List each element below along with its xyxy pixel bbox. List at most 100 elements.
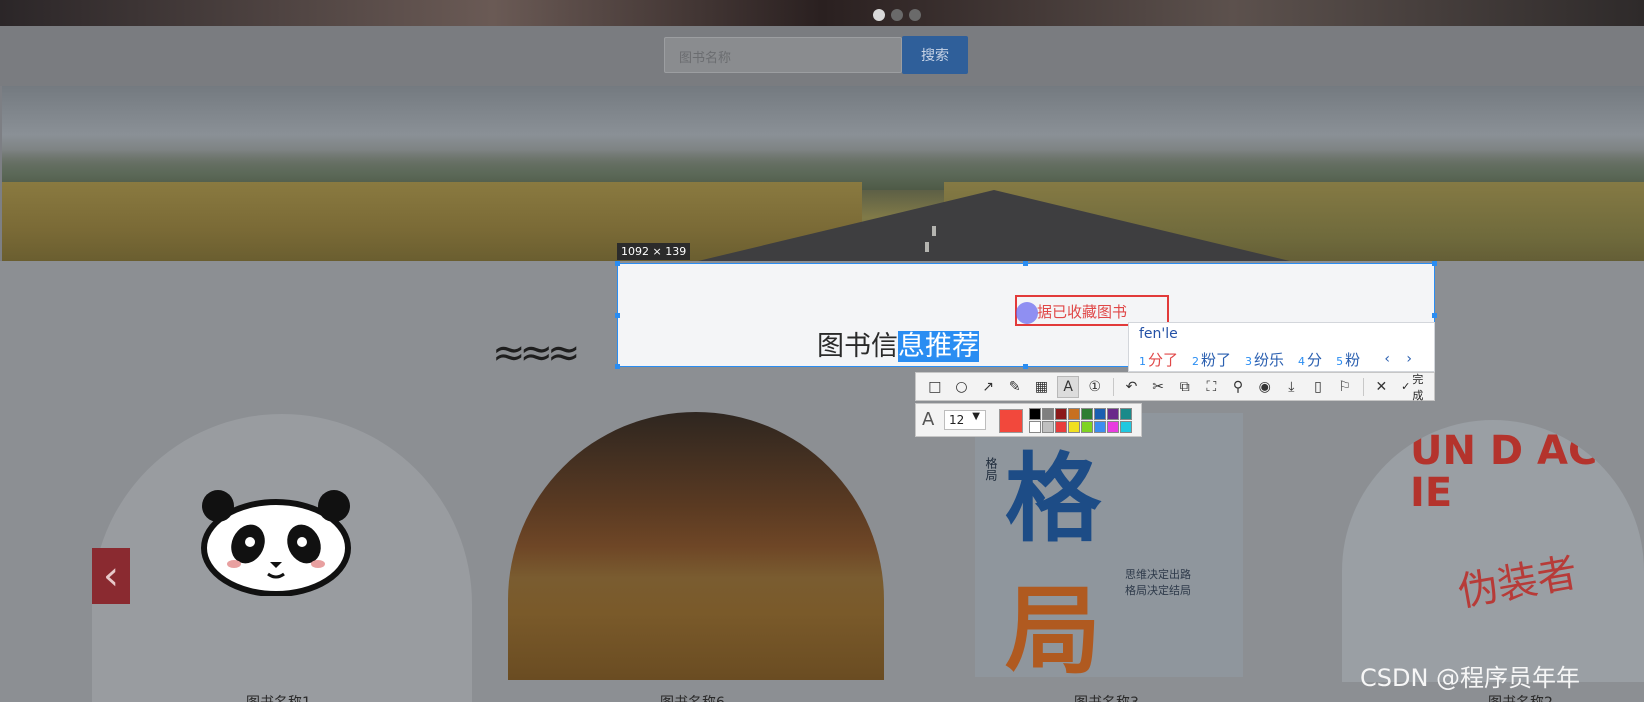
color-swatch[interactable]	[1042, 408, 1054, 420]
font-size-select[interactable]: 12 ▼	[944, 410, 986, 430]
done-label: 完成	[1412, 372, 1424, 402]
caret-down-icon: ▼	[972, 411, 980, 422]
carousel-dot-2[interactable]	[891, 9, 903, 21]
ime-candidate-num: 3	[1245, 355, 1253, 368]
book-cover-title-bottom: 局	[1005, 574, 1101, 677]
color-swatch[interactable]	[1081, 408, 1093, 420]
arrow-icon[interactable]: ↗	[977, 376, 999, 398]
color-swatch[interactable]	[1081, 421, 1093, 433]
phone-icon[interactable]: ▯	[1307, 376, 1329, 398]
color-swatch[interactable]	[1055, 408, 1067, 420]
color-swatch[interactable]	[1029, 408, 1041, 420]
screenshot-scroll-icon[interactable]: ⛶	[1201, 376, 1223, 398]
color-swatch[interactable]	[1107, 421, 1119, 433]
font-size-value: 12	[949, 413, 965, 427]
resize-handle[interactable]	[615, 313, 620, 318]
pin-icon[interactable]: ⚲	[1227, 376, 1249, 398]
ime-pinyin-input: fen'le	[1139, 326, 1178, 342]
chevron-left-icon: ‹	[103, 553, 119, 599]
ime-candidate[interactable]: 5粉	[1336, 349, 1360, 370]
circle-icon[interactable]: ○	[951, 376, 973, 398]
color-swatch[interactable]	[1107, 408, 1119, 420]
wavy-decoration-icon: ≈≈≈	[492, 330, 581, 376]
book-card-3[interactable]: 格局 格 局 思维决定出路 格局决定结局	[975, 413, 1243, 677]
ime-candidate-num: 2	[1192, 355, 1200, 368]
color-swatch[interactable]	[1055, 421, 1067, 433]
landscape-banner	[2, 86, 1644, 261]
ocr-icon[interactable]: ⧉	[1174, 376, 1196, 398]
ime-candidate-text: 纷乐	[1254, 351, 1285, 369]
carousel-dots	[873, 9, 921, 21]
road	[694, 190, 1294, 261]
resize-handle[interactable]	[1023, 364, 1028, 369]
undo-icon[interactable]: ↶	[1121, 376, 1143, 398]
ime-candidate-text: 粉了	[1201, 351, 1232, 369]
book-cover-handwriting: 伪装者	[1454, 549, 1581, 617]
ime-candidate[interactable]: 4分	[1298, 349, 1322, 370]
ime-candidate[interactable]: 2 粉了	[1192, 349, 1231, 370]
pencil-icon[interactable]: ✎	[1004, 376, 1026, 398]
ime-candidate-text: 分了	[1148, 351, 1179, 369]
book-name[interactable]: 图书名称3	[1074, 692, 1139, 702]
ime-page-nav[interactable]: ‹ ›	[1384, 351, 1418, 367]
annotation-text[interactable]: 据已收藏图书	[1037, 301, 1127, 322]
bookmark-icon[interactable]: ⚐	[1334, 376, 1356, 398]
color-swatch[interactable]	[1068, 408, 1080, 420]
ime-candidate[interactable]: 1 分了	[1139, 349, 1178, 370]
resize-handle[interactable]	[1432, 261, 1437, 266]
toolbar-divider	[1362, 377, 1364, 396]
rectangle-icon[interactable]: □	[924, 376, 946, 398]
search-placeholder: 图书名称	[679, 51, 732, 66]
color-swatch[interactable]	[1042, 421, 1054, 433]
current-color-swatch[interactable]	[999, 409, 1023, 433]
road-marking	[932, 226, 936, 236]
ime-candidate[interactable]: 3 纷乐	[1245, 349, 1284, 370]
book-spine-text: 格局	[984, 457, 998, 481]
book-cover-subtitle: 思维决定出路 格局决定结局	[1125, 567, 1191, 599]
panda-icon	[201, 490, 351, 596]
ime-candidate-num: 1	[1139, 355, 1146, 368]
download-icon[interactable]: ⤓	[1281, 376, 1303, 398]
carousel-prev-button[interactable]: ‹	[92, 548, 130, 604]
section-title-highlight: 息推荐	[898, 331, 979, 362]
resize-handle[interactable]	[615, 364, 620, 369]
book-name[interactable]: 图书名称6	[660, 692, 725, 702]
book-name[interactable]: 图书名称1	[246, 692, 311, 702]
section-title-plain: 图书信	[817, 331, 898, 362]
search-button[interactable]: 搜索	[902, 36, 968, 74]
color-swatch[interactable]	[1120, 421, 1132, 433]
resize-handle[interactable]	[1432, 313, 1437, 318]
done-button[interactable]: ✓ 完成	[1401, 371, 1434, 403]
top-carousel	[0, 0, 1644, 26]
color-swatch[interactable]	[1094, 408, 1106, 420]
crop-icon[interactable]: ✂	[1147, 376, 1169, 398]
screenshot-toolbar: □ ○ ↗ ✎ ▦ A ① ↶ ✂ ⧉ ⛶ ⚲ ◉ ⤓ ▯ ⚐ ✕ ✓ 完成	[915, 371, 1435, 403]
ime-candidate-window[interactable]: fen'le 1 分了 2 粉了 3 纷乐 4分 5粉 ‹ ›	[1128, 322, 1435, 372]
ime-candidate-list: 1 分了 2 粉了 3 纷乐 4分 5粉	[1139, 349, 1360, 370]
text-icon[interactable]: A	[1057, 375, 1079, 398]
carousel-dot-1[interactable]	[873, 9, 885, 21]
resize-handle[interactable]	[1023, 261, 1028, 266]
book-cover-subtitle-line: 思维决定出路	[1125, 568, 1191, 581]
mosaic-icon[interactable]: ▦	[1031, 376, 1053, 398]
text-style-bar: A 12 ▼	[915, 403, 1142, 437]
close-icon[interactable]: ✕	[1371, 376, 1393, 398]
book-cover-title: UN D ACH IE	[1410, 428, 1631, 516]
font-icon: A	[922, 409, 935, 430]
road-marking	[925, 242, 929, 252]
book-name[interactable]: 图书名称2	[1488, 692, 1553, 702]
color-swatch[interactable]	[1029, 421, 1041, 433]
color-swatch[interactable]	[1068, 421, 1080, 433]
ime-candidate-text: 粉	[1345, 351, 1361, 369]
resize-handle[interactable]	[615, 261, 620, 266]
color-swatch[interactable]	[1120, 408, 1132, 420]
record-icon[interactable]: ◉	[1254, 376, 1276, 398]
book-cover-title-top: 格	[1005, 442, 1101, 555]
number-icon[interactable]: ①	[1084, 376, 1106, 398]
carousel-dot-3[interactable]	[909, 9, 921, 21]
ime-candidate-text: 分	[1307, 351, 1323, 369]
color-swatch[interactable]	[1094, 421, 1106, 433]
color-palette	[1029, 408, 1132, 433]
cursor-indicator	[1016, 302, 1038, 324]
search-input[interactable]: 图书名称	[664, 37, 902, 73]
